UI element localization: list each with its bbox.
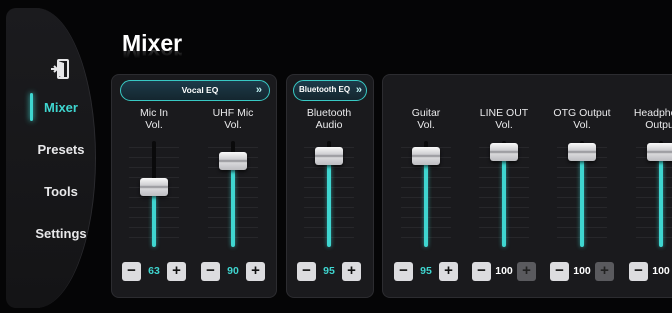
channel-strip: LINE OUT Vol. −100 +	[464, 107, 544, 297]
fader-knob[interactable]	[140, 178, 168, 196]
channel-label-line2: Vol.	[417, 119, 435, 131]
volume-value: 90	[227, 265, 239, 277]
fader-level-fill	[502, 152, 506, 247]
channel-label-line1: Guitar	[411, 107, 441, 119]
channel-label-line2: Vol.	[224, 119, 242, 131]
fader-level-fill	[659, 152, 663, 247]
volume-stepper: −100 +	[472, 262, 536, 282]
fader-level-fill	[580, 152, 584, 247]
decrease-button[interactable]: −	[472, 262, 491, 281]
channel-label-line1: OTG Output	[553, 107, 611, 119]
channel-label-line1: LINE OUT	[479, 107, 529, 119]
channel-label: UHF Mic Vol.	[193, 107, 273, 131]
channel-label: OTG Output Vol.	[542, 107, 622, 131]
channel-strip: Mic In Vol. −63 +	[114, 107, 194, 297]
volume-value: 100	[652, 265, 670, 277]
channel-label-line2: Audio	[315, 119, 343, 131]
fader-level-fill	[424, 156, 428, 247]
sidebar-item-tools[interactable]: Tools	[28, 177, 94, 207]
decrease-button[interactable]: −	[550, 262, 569, 281]
channel-label-line2: Vol.	[495, 119, 513, 131]
decrease-button[interactable]: −	[394, 262, 413, 281]
sidebar-item-settings[interactable]: Settings	[28, 219, 94, 249]
channel-label: Guitar Vol.	[386, 107, 466, 131]
sidebar: Mixer Presets Tools Settings	[6, 8, 96, 308]
channel-label-line1: Bluetooth	[306, 107, 352, 119]
channel-label-line1: UHF Mic	[212, 107, 254, 119]
decrease-button[interactable]: −	[201, 262, 220, 281]
increase-button[interactable]: +	[246, 262, 265, 281]
channel-label-line2: Vol.	[145, 119, 163, 131]
volume-stepper: −100+	[629, 262, 672, 282]
decrease-button[interactable]: −	[122, 262, 141, 281]
volume-stepper: −95 +	[297, 262, 361, 282]
channel-label: Bluetooth Audio	[289, 107, 369, 131]
increase-button[interactable]: +	[517, 262, 536, 281]
channel-label-line2: Output	[645, 119, 672, 131]
fader-knob[interactable]	[219, 152, 247, 170]
channel-strip: HeadphoneOutput −100+	[621, 107, 672, 297]
bluetooth-eq-label: Bluetooth EQ	[299, 85, 351, 94]
channel-label: Mic In Vol.	[114, 107, 194, 131]
increase-button[interactable]: +	[595, 262, 614, 281]
fader-level-fill	[231, 161, 235, 247]
vocal-eq-label: Vocal EQ	[181, 85, 219, 95]
increase-button[interactable]: +	[167, 262, 186, 281]
volume-value: 100	[573, 265, 591, 277]
volume-stepper: −100 +	[550, 262, 614, 282]
bluetooth-eq-button[interactable]: Bluetooth EQ »	[293, 80, 367, 101]
volume-stepper: −90 +	[201, 262, 265, 282]
decrease-button[interactable]: −	[297, 262, 316, 281]
volume-stepper: −95 +	[394, 262, 458, 282]
channel-strip: UHF Mic Vol. −90 +	[193, 107, 273, 297]
increase-button[interactable]: +	[342, 262, 361, 281]
fader-knob[interactable]	[412, 147, 440, 165]
channel-label-line1: Headphone	[633, 107, 672, 119]
sidebar-item-presets[interactable]: Presets	[28, 135, 94, 165]
fader-knob[interactable]	[647, 143, 672, 161]
channel-strip: Bluetooth Audio −95 +	[289, 107, 369, 297]
exit-icon[interactable]	[50, 58, 70, 80]
page-title-reflection: Mixer	[122, 50, 183, 64]
chevron-right-icon: »	[355, 84, 362, 96]
volume-value: 95	[323, 265, 335, 277]
channel-strip: Guitar Vol. −95 +	[386, 107, 466, 297]
volume-stepper: −63 +	[122, 262, 186, 282]
fader-level-fill	[327, 156, 331, 247]
fader-ticks	[636, 147, 672, 247]
fader-knob[interactable]	[568, 143, 596, 161]
fader-level-fill	[152, 187, 156, 247]
chevron-right-icon: »	[255, 84, 262, 96]
channel-label-line1: Mic In	[139, 107, 168, 119]
volume-value: 95	[420, 265, 432, 277]
fader-knob[interactable]	[315, 147, 343, 165]
increase-button[interactable]: +	[439, 262, 458, 281]
channel-label: LINE OUT Vol.	[464, 107, 544, 131]
decrease-button[interactable]: −	[629, 262, 648, 281]
channel-strip: OTG Output Vol. −100 +	[542, 107, 622, 297]
channel-label: HeadphoneOutput	[621, 107, 672, 131]
volume-value: 63	[148, 265, 160, 277]
fader-knob[interactable]	[490, 143, 518, 161]
vocal-eq-button[interactable]: Vocal EQ »	[120, 80, 270, 101]
sidebar-item-mixer[interactable]: Mixer	[28, 93, 94, 123]
volume-value: 100	[495, 265, 513, 277]
channel-label-line2: Vol.	[573, 119, 591, 131]
